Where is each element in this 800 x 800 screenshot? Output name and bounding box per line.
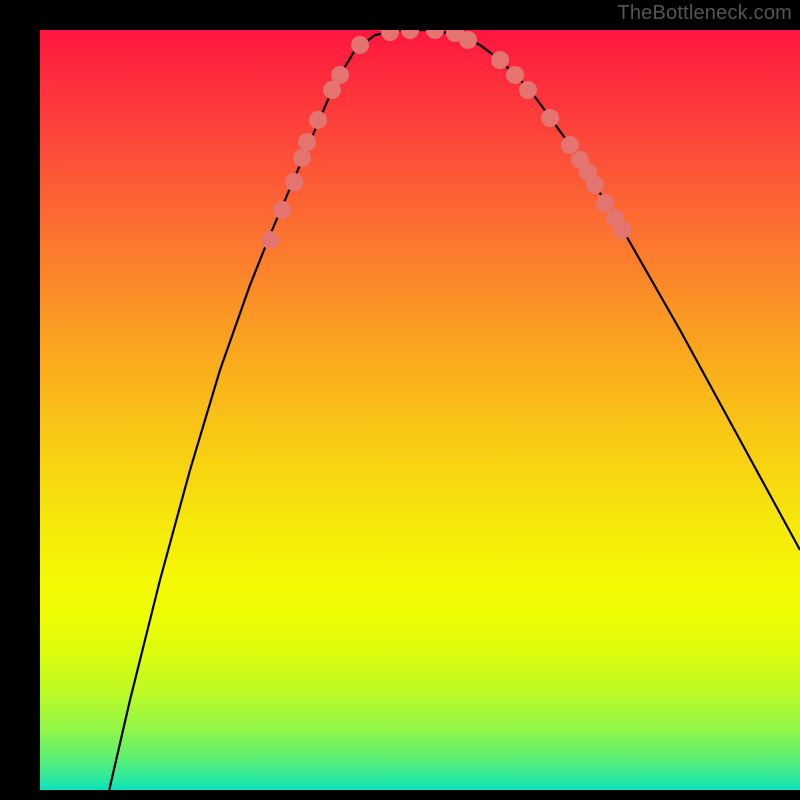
scatter-point xyxy=(331,66,349,84)
scatter-point xyxy=(401,30,419,39)
chart-svg xyxy=(40,30,800,790)
scatter-point xyxy=(541,109,559,127)
scatter-point xyxy=(506,66,524,84)
scatter-point xyxy=(293,149,311,167)
scatter-point xyxy=(351,36,369,54)
scatter-point xyxy=(261,231,279,249)
scatter-point xyxy=(285,173,303,191)
scatter-point xyxy=(561,136,579,154)
chart-stage: TheBottleneck.com xyxy=(0,0,800,800)
scatter-point xyxy=(491,51,509,69)
plot-area xyxy=(40,30,800,790)
scatter-point xyxy=(298,133,316,151)
scatter-point xyxy=(586,176,604,194)
scatter-point xyxy=(426,30,444,39)
scatter-point xyxy=(309,111,327,129)
scatter-point xyxy=(519,81,537,99)
scatter-point xyxy=(273,201,291,219)
scatter-point xyxy=(381,30,399,41)
scatter-point xyxy=(613,221,631,239)
watermark-text: TheBottleneck.com xyxy=(617,2,792,25)
scatter-points xyxy=(261,30,631,249)
scatter-point xyxy=(459,31,477,49)
scatter-point xyxy=(596,194,614,212)
bottleneck-curve xyxy=(100,30,800,790)
